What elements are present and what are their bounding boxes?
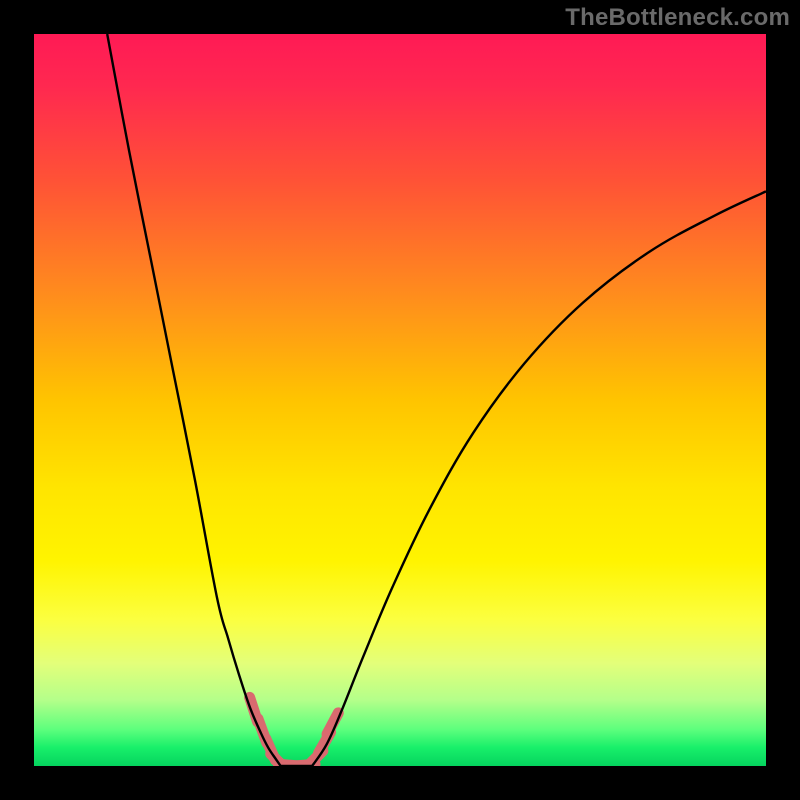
gradient-background: [34, 34, 766, 766]
chart-svg: [34, 34, 766, 766]
chart-frame: TheBottleneck.com: [0, 0, 800, 800]
watermark-text: TheBottleneck.com: [565, 4, 790, 32]
plot-area: [34, 34, 766, 766]
